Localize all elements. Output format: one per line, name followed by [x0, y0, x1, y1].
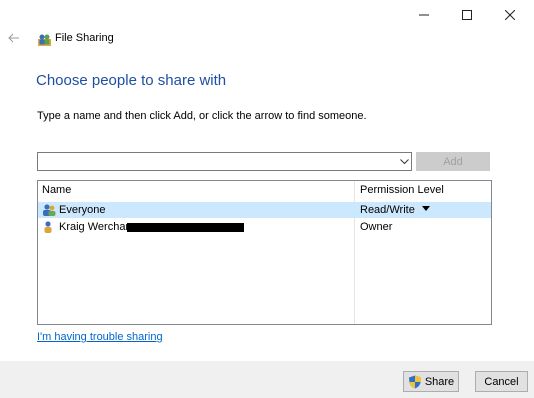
share-button[interactable]: Share: [403, 371, 459, 392]
column-header-name[interactable]: Name: [42, 184, 71, 196]
people-icon: [38, 33, 51, 46]
instruction-text: Type a name and then click Add, or click…: [37, 110, 367, 122]
close-icon: [505, 10, 515, 20]
column-header-permission[interactable]: Permission Level: [360, 184, 444, 196]
row-name-everyone: Everyone: [59, 204, 106, 216]
permission-value: Read/Write: [360, 204, 415, 216]
minimize-button[interactable]: [404, 0, 444, 30]
dropdown-arrow-button[interactable]: [397, 154, 411, 169]
cancel-button[interactable]: Cancel: [475, 371, 528, 392]
close-button[interactable]: [490, 0, 530, 30]
user-icon: [42, 221, 54, 233]
permission-dropdown[interactable]: Read/Write: [360, 204, 430, 216]
redacted-email: [127, 223, 244, 232]
maximize-button[interactable]: [447, 0, 487, 30]
share-label: Share: [424, 375, 455, 388]
page-title: Choose people to share with: [36, 72, 227, 89]
window-title: File Sharing: [55, 32, 114, 44]
caret-down-icon: [421, 206, 430, 211]
uac-shield-icon: [408, 375, 421, 388]
name-input[interactable]: [40, 154, 394, 171]
back-button[interactable]: [8, 32, 22, 46]
add-button[interactable]: Add: [416, 152, 490, 171]
row-permission-owner: Owner: [360, 221, 393, 233]
trouble-sharing-link[interactable]: I'm having trouble sharing: [37, 331, 163, 343]
group-users-icon: [42, 204, 56, 216]
chevron-down-icon: [399, 158, 409, 164]
back-arrow-icon: [8, 33, 19, 43]
row-name-user: Kraig Werchan: [59, 221, 132, 233]
name-combobox[interactable]: [37, 152, 412, 171]
maximize-icon: [462, 10, 472, 20]
minimize-icon: [419, 14, 429, 16]
